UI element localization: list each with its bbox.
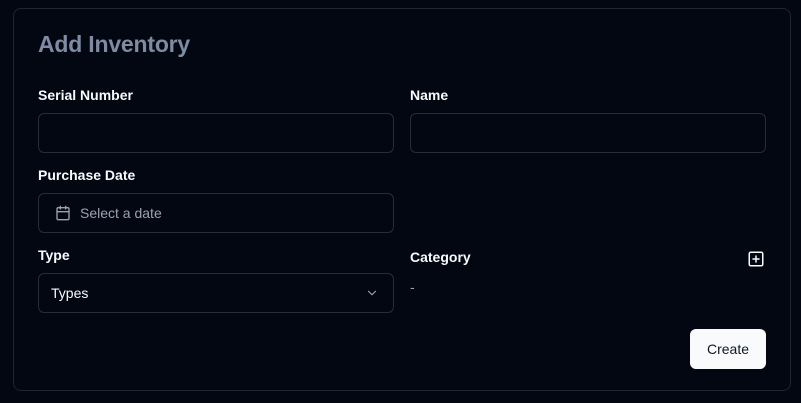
form-title: Add Inventory bbox=[38, 31, 191, 57]
calendar-icon bbox=[55, 205, 71, 221]
add-inventory-card: Add Inventory Serial Number Name Purchas… bbox=[13, 8, 791, 391]
type-select-value: Types bbox=[51, 285, 89, 301]
purchase-date-placeholder: Select a date bbox=[80, 205, 162, 221]
name-input[interactable] bbox=[410, 113, 766, 153]
purchase-date-label: Purchase Date bbox=[38, 167, 136, 183]
create-button[interactable]: Create bbox=[690, 329, 766, 369]
chevron-down-icon bbox=[365, 286, 379, 300]
name-label: Name bbox=[410, 87, 449, 103]
category-label: Category bbox=[410, 249, 471, 265]
purchase-date-picker[interactable]: Select a date bbox=[38, 193, 394, 233]
category-value: - bbox=[410, 279, 415, 295]
serial-number-label: Serial Number bbox=[38, 87, 133, 103]
type-select[interactable]: Types bbox=[38, 273, 394, 313]
serial-number-input[interactable] bbox=[38, 113, 394, 153]
add-category-icon[interactable] bbox=[747, 250, 765, 268]
type-label: Type bbox=[38, 247, 70, 263]
